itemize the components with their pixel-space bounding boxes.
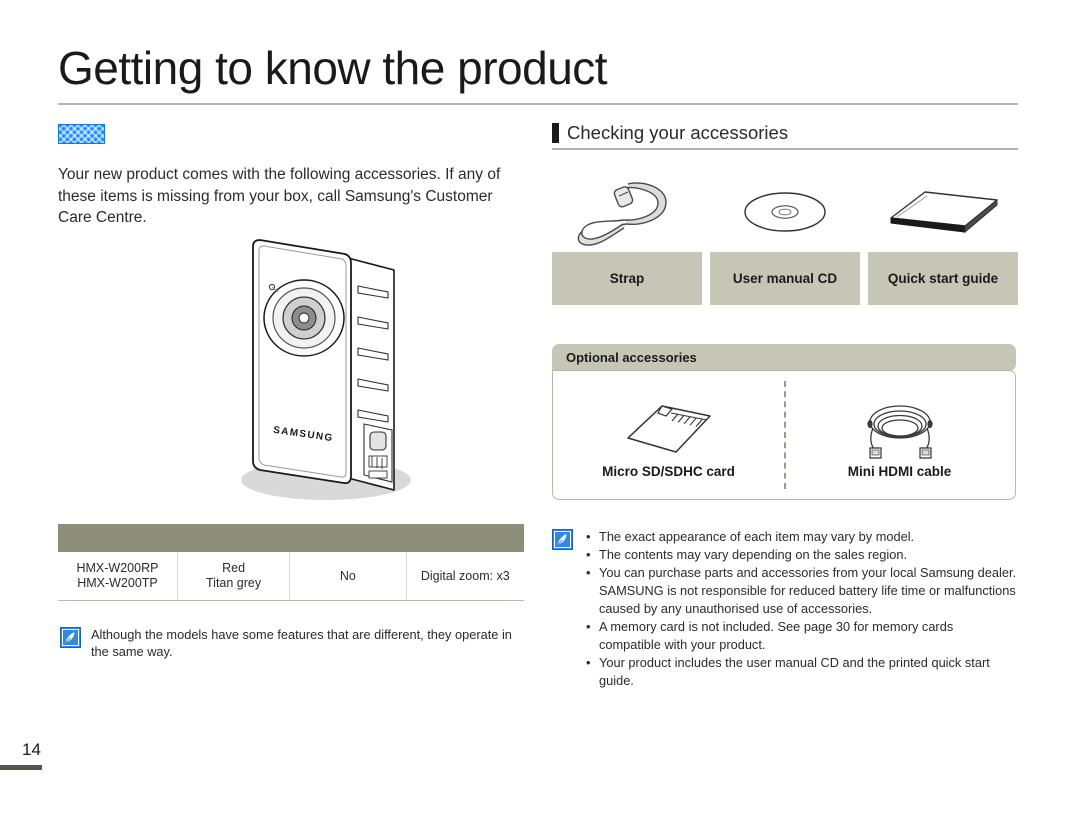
optional-accessories-panel: Optional accessories Micro SD/SDHC card <box>552 344 1016 500</box>
camcorder-illustration: SAMSUNG <box>198 232 498 522</box>
optional-item-label: Micro SD/SDHC card <box>602 463 735 479</box>
optional-accessories-body: Micro SD/SDHC card Mini HDMI cable <box>552 370 1016 500</box>
note-list-item: You can purchase parts and accessories f… <box>586 564 1018 618</box>
memory-card-icon <box>614 392 724 468</box>
table-header-cell <box>177 524 290 552</box>
right-column: Checking your accessories Strap User man… <box>552 120 1018 688</box>
cell-included: No <box>289 552 407 601</box>
title-divider <box>58 103 1018 105</box>
optional-item-hdmi-cable: Mini HDMI cable <box>784 371 1015 499</box>
accessory-item-cd: User manual CD <box>710 172 860 305</box>
page-number: 14 <box>22 740 41 759</box>
left-note: Although the models have some features t… <box>60 626 530 660</box>
page-number-bar <box>0 765 42 770</box>
booklet-icon <box>868 172 1018 252</box>
table-header-cell <box>289 524 407 552</box>
note-list-item: The contents may vary depending on the s… <box>586 546 1018 564</box>
accessory-item-quickstart: Quick start guide <box>868 172 1018 305</box>
strap-icon <box>552 172 702 252</box>
accessory-item-strap: Strap <box>552 172 702 305</box>
table-header-row <box>58 524 524 552</box>
table-header-cell <box>406 524 524 552</box>
left-column: Your new product comes with the followin… <box>58 124 538 500</box>
note-list-item: The exact appearance of each item may va… <box>586 528 1018 546</box>
note-list-item: A memory card is not included. See page … <box>586 618 1018 654</box>
redacted-heading-block <box>58 124 105 144</box>
section-title-text: Checking your accessories <box>567 122 789 143</box>
right-note: The exact appearance of each item may va… <box>552 528 1018 690</box>
section-divider <box>552 148 1018 150</box>
optional-item-label: Mini HDMI cable <box>847 463 952 479</box>
right-note-list: The exact appearance of each item may va… <box>583 528 1018 690</box>
accessory-label: User manual CD <box>710 252 860 305</box>
accessories-grid: Strap User manual CD Quick start guide <box>552 172 1018 305</box>
section-accent-bar <box>552 123 559 143</box>
left-note-text: Although the models have some features t… <box>91 627 512 659</box>
optional-accessories-header: Optional accessories <box>552 344 1016 371</box>
model-spec-table: HMX-W200RP HMX-W200TP Red Titan grey No … <box>58 524 524 601</box>
hdmi-cable-icon <box>845 392 955 468</box>
optional-item-memory-card: Micro SD/SDHC card <box>553 371 784 499</box>
note-pen-icon <box>552 529 573 550</box>
cell-model: HMX-W200RP HMX-W200TP <box>58 552 178 601</box>
accessory-label: Quick start guide <box>868 252 1018 305</box>
accessory-label: Strap <box>552 252 702 305</box>
cell-zoom: Digital zoom: x3 <box>406 552 524 601</box>
table-row: HMX-W200RP HMX-W200TP Red Titan grey No … <box>58 552 524 601</box>
section-heading: Checking your accessories <box>552 120 1018 146</box>
cd-disc-icon <box>710 172 860 252</box>
table-header-cell <box>58 524 178 552</box>
page-title: Getting to know the product <box>58 42 608 94</box>
note-pen-icon <box>60 627 81 648</box>
optional-accessories-title: Optional accessories <box>566 350 697 365</box>
cell-colour: Red Titan grey <box>177 552 291 601</box>
note-list-item: Your product includes the user manual CD… <box>586 654 1018 690</box>
intro-paragraph: Your new product comes with the followin… <box>58 166 501 226</box>
